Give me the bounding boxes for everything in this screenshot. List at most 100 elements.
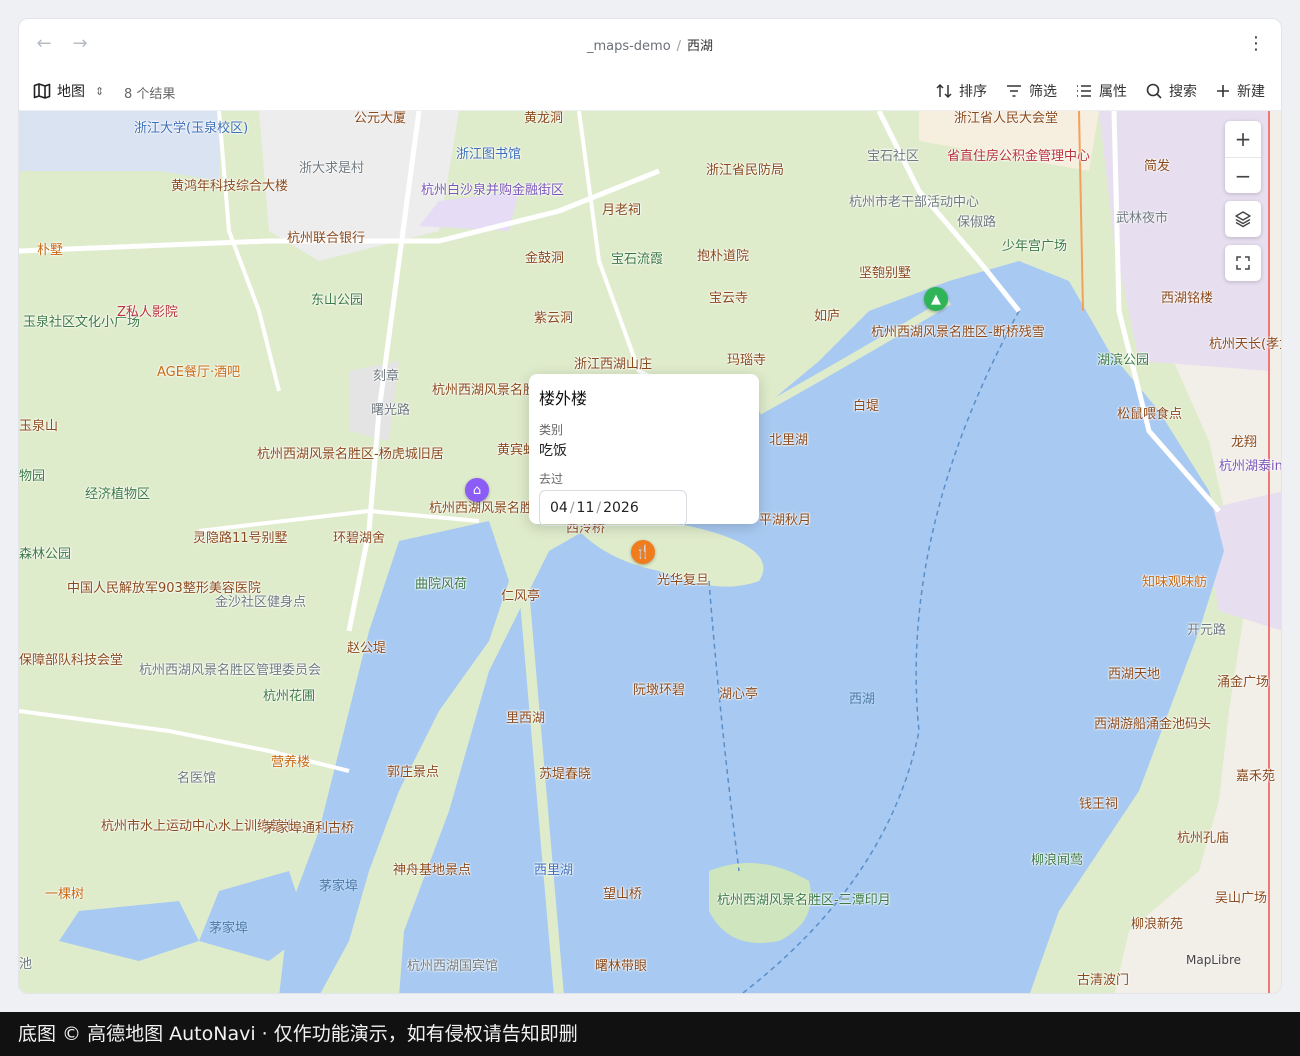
poi-label[interactable]: 月老祠 [602, 203, 641, 219]
view-switcher[interactable]: 地图 ⇕ [33, 77, 104, 105]
poi-label[interactable]: 玛瑙寺 [727, 353, 766, 369]
map-attribution[interactable]: MapLibre [1186, 953, 1241, 967]
poi-label[interactable]: 湖心亭 [719, 687, 758, 703]
poi-label[interactable]: 东山公园 [311, 293, 363, 309]
poi-label[interactable]: 如庐 [814, 309, 840, 325]
poi-label[interactable]: 杭州市老干部活动中心 [849, 195, 979, 211]
poi-label[interactable]: 保俶路 [957, 215, 996, 231]
poi-label[interactable]: 曲院风荷 [415, 577, 467, 593]
poi-label[interactable]: 池 [19, 957, 32, 973]
poi-label[interactable]: 阮墩环碧 [633, 683, 685, 699]
properties-button[interactable]: 属性 [1075, 81, 1127, 101]
poi-label[interactable]: 保障部队科技会堂 [19, 653, 123, 669]
poi-label[interactable]: 赵公堤 [347, 641, 386, 657]
poi-label[interactable]: 金鼓洞 [525, 251, 564, 267]
poi-label[interactable]: 浙大求是村 [299, 161, 364, 177]
layers-button[interactable] [1225, 201, 1261, 237]
poi-label[interactable]: 紫云洞 [534, 311, 573, 327]
poi-label[interactable]: 一棵树 [45, 887, 84, 903]
poi-label[interactable]: 杭州花圃 [263, 689, 315, 705]
poi-label[interactable]: 杭州孔庙 [1177, 831, 1229, 847]
map-canvas[interactable]: 西湖 浙江大学(玉泉校区) 公元大厦 黄龙洞 浙江省人民大会堂 浙江图书馆 浙大… [19, 110, 1281, 993]
poi-label[interactable]: 郭庄景点 [387, 765, 439, 781]
category-value[interactable]: 吃饭 [539, 440, 749, 460]
poi-label[interactable]: 柳浪新苑 [1131, 917, 1183, 933]
restaurant-marker[interactable]: 🍴 [631, 540, 655, 564]
museum-marker[interactable]: ⌂ [465, 478, 489, 502]
poi-label[interactable]: 森林公园 [19, 547, 71, 563]
poi-label[interactable]: Z私人影院 [117, 305, 178, 321]
filter-button[interactable]: 筛选 [1005, 81, 1057, 101]
poi-label[interactable]: 宝云寺 [709, 291, 748, 307]
poi-label[interactable]: 北里湖 [769, 433, 808, 449]
poi-label[interactable]: 杭州西湖风景名胜区-杨虎城旧居 [257, 447, 444, 463]
poi-label[interactable]: 仁风亭 [501, 589, 540, 605]
poi-label[interactable]: 平湖秋月 [759, 513, 811, 529]
poi-label[interactable]: 茅家埠通利古桥 [263, 821, 354, 837]
breadcrumb-root[interactable]: _maps-demo [587, 39, 671, 54]
poi-label[interactable]: 西里湖 [534, 863, 573, 879]
poi-label[interactable]: 少年宫广场 [1002, 239, 1067, 255]
poi-label[interactable]: 吴山广场 [1215, 891, 1267, 907]
poi-label[interactable]: 曙林带眼 [595, 959, 647, 975]
poi-label[interactable]: 白堤 [853, 399, 879, 415]
date-day[interactable]: 11 [577, 500, 595, 516]
poi-label[interactable]: 涌金广场 [1217, 675, 1269, 691]
poi-label[interactable]: 金沙社区健身点 [215, 595, 306, 611]
poi-label[interactable]: 浙江省民防局 [706, 163, 784, 179]
visited-date-input[interactable]: 04/11/2026 [539, 490, 687, 526]
poi-label[interactable]: 苏堤春晓 [539, 767, 591, 783]
poi-label[interactable]: 朴墅 [37, 243, 63, 259]
poi-label[interactable]: AGE餐厅·酒吧 [157, 365, 240, 381]
zoom-in-button[interactable]: + [1225, 121, 1261, 157]
search-button[interactable]: 搜索 [1145, 81, 1197, 101]
fullscreen-button[interactable] [1225, 245, 1261, 281]
poi-label[interactable]: 神舟基地景点 [393, 863, 471, 879]
poi-label[interactable]: 古清波门 [1077, 973, 1129, 989]
poi-label[interactable]: 坚匏别墅 [859, 266, 911, 282]
poi-label[interactable]: 环碧湖舍 [333, 531, 385, 547]
poi-label[interactable]: 浙江西湖山庄 [574, 357, 652, 373]
poi-label[interactable]: 宝石社区 [867, 149, 919, 165]
new-button[interactable]: 新建 [1215, 81, 1265, 101]
poi-label[interactable]: 杭州联合银行 [287, 231, 365, 247]
poi-label[interactable]: 杭州天长(孝女校 [1209, 337, 1281, 353]
poi-label[interactable]: 浙江省人民大会堂 [954, 111, 1058, 127]
poi-label[interactable]: 杭州西湖风景名胜区管理委员会 [139, 663, 321, 679]
poi-label[interactable]: 光华复旦 [657, 573, 709, 589]
poi-label[interactable]: 刻章 [373, 369, 399, 385]
poi-label[interactable]: 西湖铭楼 [1161, 291, 1213, 307]
poi-label[interactable]: 松鼠喂食点 [1117, 407, 1182, 423]
poi-label[interactable]: 灵隐路11号别墅 [193, 531, 288, 547]
poi-label[interactable]: 杭州西湖国宾馆 [407, 959, 498, 975]
poi-label[interactable]: 曙光路 [371, 403, 410, 419]
poi-label[interactable]: 嘉禾苑 [1236, 769, 1275, 785]
poi-label[interactable]: 杭州白沙泉并购金融街区 [421, 183, 564, 199]
poi-label[interactable]: 省直住房公积金管理中心 [947, 149, 1090, 165]
poi-label[interactable]: 黄龙洞 [524, 111, 563, 127]
poi-label[interactable]: 营养楼 [271, 755, 310, 771]
date-year[interactable]: 2026 [603, 500, 639, 516]
poi-label[interactable]: 浙江图书馆 [456, 147, 521, 163]
poi-label[interactable]: 杭州湖泰in7 [1219, 459, 1281, 475]
poi-label[interactable]: 玉泉山 [19, 419, 58, 435]
poi-label[interactable]: 柳浪闻莺 [1031, 853, 1083, 869]
poi-label[interactable]: 知味观味舫 [1142, 575, 1207, 591]
poi-label[interactable]: 龙翔 [1231, 435, 1257, 451]
poi-label[interactable]: 简发 [1144, 159, 1170, 175]
poi-label[interactable]: 宝石流霞 [611, 252, 663, 268]
poi-label[interactable]: 杭州西湖风景名胜区-三潭印月 [717, 893, 891, 909]
poi-label[interactable]: 西湖天地 [1108, 667, 1160, 683]
poi-label[interactable]: 抱朴道院 [697, 249, 749, 265]
poi-label[interactable]: 里西湖 [506, 711, 545, 727]
poi-label[interactable]: 望山桥 [603, 887, 642, 903]
poi-label[interactable]: 公元大厦 [354, 111, 406, 127]
sort-button[interactable]: 排序 [935, 81, 987, 101]
poi-label[interactable]: 浙江大学(玉泉校区) [134, 121, 248, 137]
poi-label[interactable]: 物园 [19, 469, 45, 485]
poi-label[interactable]: 武林夜市 [1116, 211, 1168, 227]
poi-label[interactable]: 杭州西湖风景名胜区-断桥残雪 [871, 325, 1045, 341]
poi-label[interactable]: 经济植物区 [85, 487, 150, 503]
date-month[interactable]: 04 [550, 500, 568, 516]
park-marker[interactable]: ▲ [924, 287, 948, 311]
